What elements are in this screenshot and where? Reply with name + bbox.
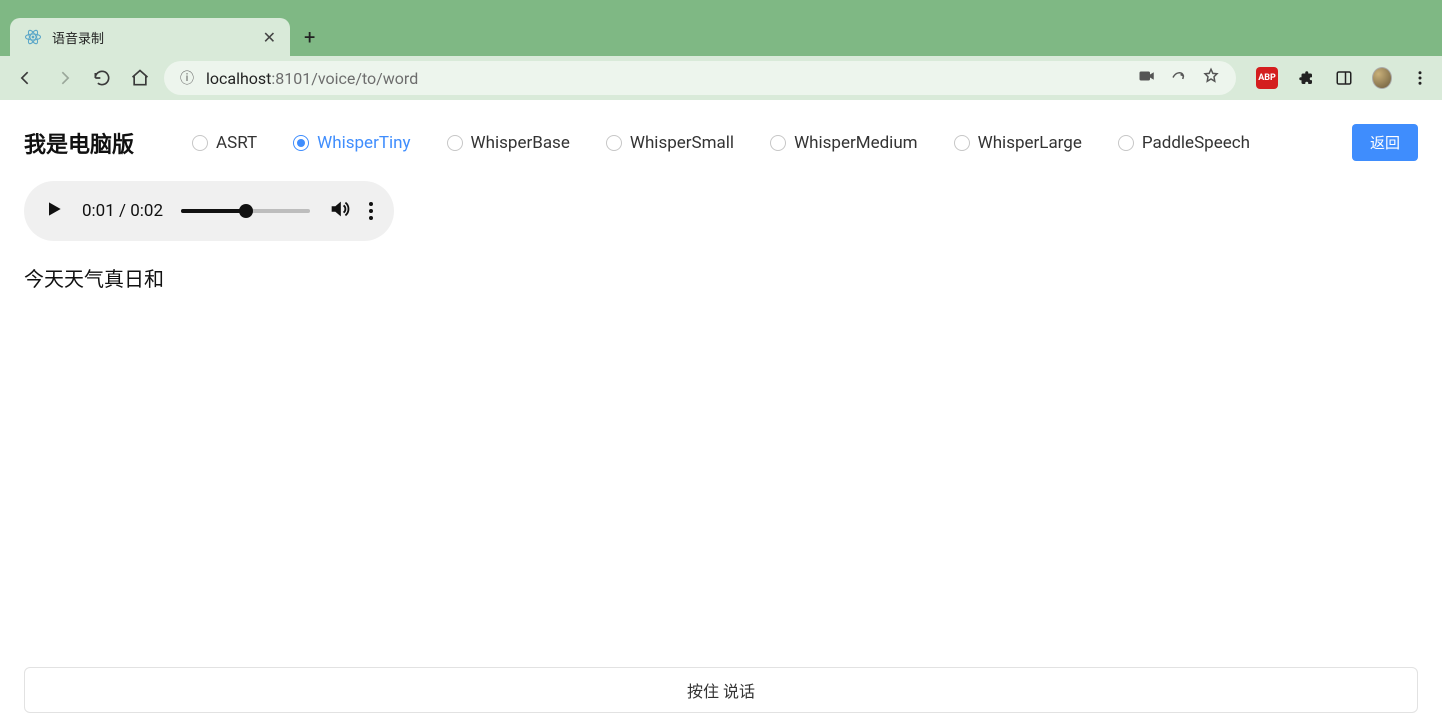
toolbar-right-icons: ABP	[1246, 67, 1430, 89]
side-panel-icon[interactable]	[1334, 68, 1354, 88]
extensions-icon[interactable]	[1296, 68, 1316, 88]
radio-whisperbase[interactable]: WhisperBase	[447, 133, 570, 153]
omnibox-actions	[1138, 67, 1220, 89]
radio-dot-icon	[770, 135, 786, 151]
model-radio-group: ASRT WhisperTiny WhisperBase WhisperSmall Wh…	[192, 133, 1324, 153]
tab-title: 语音录制	[52, 28, 253, 47]
omnibox[interactable]: ⓘ localhost:8101/voice/to/word	[164, 61, 1236, 95]
radio-label: WhisperMedium	[794, 133, 918, 153]
share-icon[interactable]	[1170, 67, 1188, 89]
back-button[interactable]: 返回	[1352, 124, 1418, 161]
radio-label: WhisperBase	[471, 133, 570, 153]
radio-whispermedium[interactable]: WhisperMedium	[770, 133, 918, 153]
profile-avatar-icon[interactable]	[1372, 68, 1392, 88]
browser-tabstrip: 语音录制 ✕ +	[0, 12, 1442, 56]
nav-forward-button[interactable]	[50, 64, 78, 92]
play-button-icon[interactable]	[44, 199, 64, 223]
radio-label: WhisperLarge	[978, 133, 1082, 153]
browser-menu-icon[interactable]	[1410, 68, 1430, 88]
hold-to-talk-button[interactable]: 按住 说话	[24, 667, 1418, 713]
radio-dot-icon	[1118, 135, 1134, 151]
radio-label: WhisperSmall	[630, 133, 734, 153]
radio-whispersmall[interactable]: WhisperSmall	[606, 133, 734, 153]
camera-icon[interactable]	[1138, 67, 1156, 89]
audio-seek-slider[interactable]	[181, 209, 310, 213]
header-row: 我是电脑版 ASRT WhisperTiny WhisperBase WhisperS…	[24, 124, 1418, 161]
radio-dot-icon	[954, 135, 970, 151]
radio-paddlespeech[interactable]: PaddleSpeech	[1118, 133, 1250, 153]
audio-more-icon[interactable]	[368, 202, 374, 220]
radio-whispertiny[interactable]: WhisperTiny	[293, 133, 410, 153]
tab-close-icon[interactable]: ✕	[263, 28, 276, 47]
audio-player: 0:01 / 0:02	[24, 181, 394, 241]
volume-icon[interactable]	[328, 198, 350, 224]
url-text: localhost:8101/voice/to/word	[206, 69, 418, 88]
browser-toolbar: ⓘ localhost:8101/voice/to/word ABP	[0, 56, 1442, 100]
nav-back-button[interactable]	[12, 64, 40, 92]
radio-dot-icon	[293, 135, 309, 151]
radio-label: ASRT	[216, 133, 257, 153]
radio-label: WhisperTiny	[317, 133, 410, 153]
transcript-text: 今天天气真日和	[24, 263, 1418, 292]
nav-reload-button[interactable]	[88, 64, 116, 92]
nav-home-button[interactable]	[126, 64, 154, 92]
radio-label: PaddleSpeech	[1142, 133, 1250, 153]
page-content: 我是电脑版 ASRT WhisperTiny WhisperBase WhisperS…	[0, 100, 1442, 725]
abp-extension-icon[interactable]: ABP	[1256, 67, 1278, 89]
radio-whisperlarge[interactable]: WhisperLarge	[954, 133, 1082, 153]
radio-dot-icon	[192, 135, 208, 151]
radio-dot-icon	[447, 135, 463, 151]
new-tab-button[interactable]: +	[290, 18, 329, 56]
radio-asrt[interactable]: ASRT	[192, 133, 257, 153]
audio-time-display: 0:01 / 0:02	[82, 201, 163, 221]
browser-tab-active[interactable]: 语音录制 ✕	[10, 18, 290, 56]
react-favicon-icon	[24, 28, 42, 46]
radio-dot-icon	[606, 135, 622, 151]
site-info-icon[interactable]: ⓘ	[180, 68, 194, 88]
bookmark-star-icon[interactable]	[1202, 67, 1220, 89]
page-title: 我是电脑版	[24, 127, 134, 159]
window-titlebar	[0, 0, 1442, 12]
